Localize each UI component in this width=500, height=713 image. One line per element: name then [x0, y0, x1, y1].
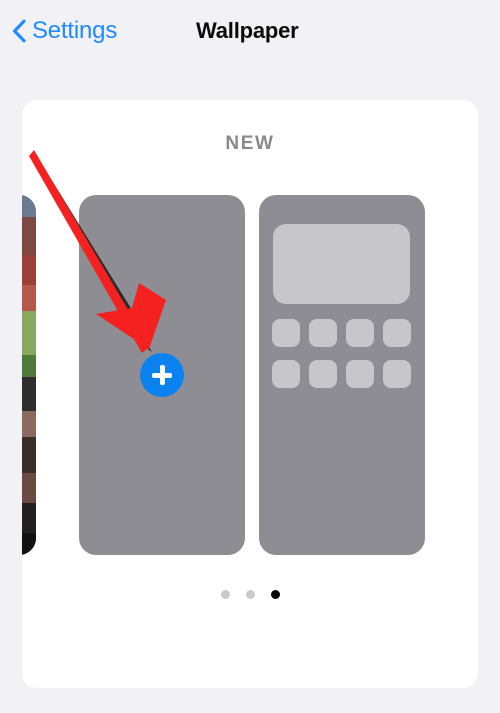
section-header-new: NEW — [225, 133, 275, 154]
add-new-wallpaper-thumbnail[interactable] — [79, 195, 245, 555]
page-indicator[interactable] — [22, 590, 478, 599]
widget-placeholder — [273, 224, 410, 304]
page-title: Wallpaper — [196, 18, 299, 43]
navigation-bar: Settings Wallpaper — [0, 0, 500, 62]
page-dot-2[interactable] — [245, 590, 255, 599]
app-icon-grid — [272, 319, 412, 388]
app-icon-placeholder — [272, 360, 300, 388]
app-icon-placeholder — [272, 319, 300, 347]
page-dot-1[interactable] — [220, 590, 230, 599]
app-icon-placeholder — [383, 319, 411, 347]
wallpaper-carousel[interactable] — [22, 195, 478, 555]
back-button-label: Settings — [32, 17, 118, 44]
app-icon-placeholder — [346, 319, 374, 347]
wallpaper-panel: NEW — [22, 100, 478, 688]
app-icon-placeholder — [383, 360, 411, 388]
app-icon-placeholder — [309, 319, 337, 347]
add-new-wallpaper-button[interactable] — [140, 353, 184, 397]
app-icon-placeholder — [309, 360, 337, 388]
app-icon-placeholder — [346, 360, 374, 388]
back-to-settings-button[interactable]: Settings — [12, 19, 117, 43]
chevron-left-icon — [12, 19, 26, 43]
photo-wallpaper-thumbnail[interactable] — [22, 195, 36, 555]
photo-wallpaper-preview-image — [22, 195, 36, 555]
home-screen-wallpaper-thumbnail[interactable] — [259, 195, 425, 555]
page-dot-3-active[interactable] — [270, 590, 280, 599]
